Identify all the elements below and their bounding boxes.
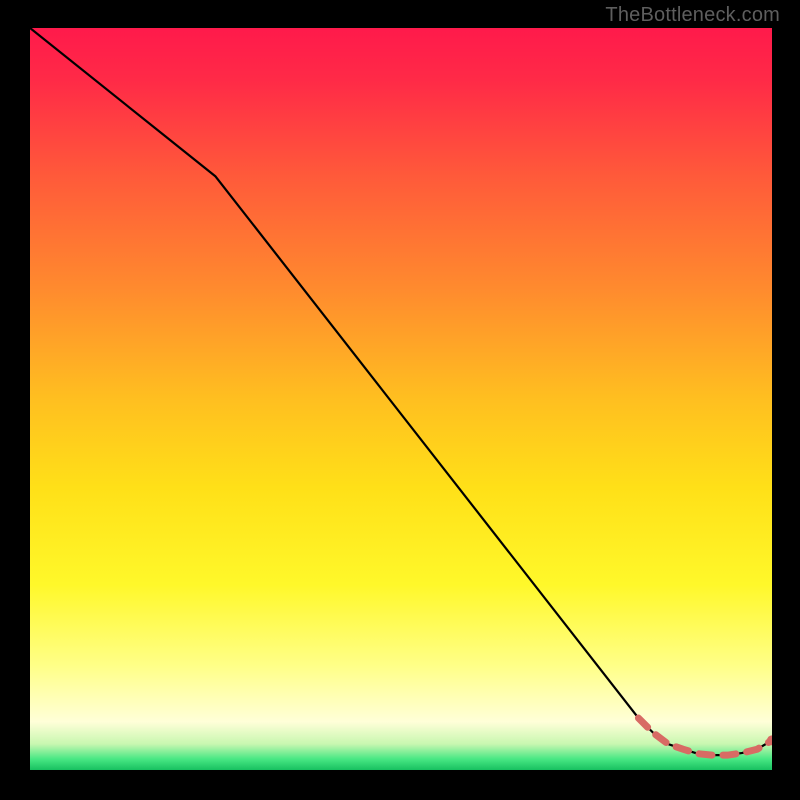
chart-frame: { "watermark": "TheBottleneck.com", "col…	[0, 0, 800, 800]
bottleneck-chart	[0, 0, 800, 800]
plot-background	[30, 28, 772, 770]
watermark-text: TheBottleneck.com	[605, 4, 780, 27]
end-point-marker	[767, 735, 777, 745]
